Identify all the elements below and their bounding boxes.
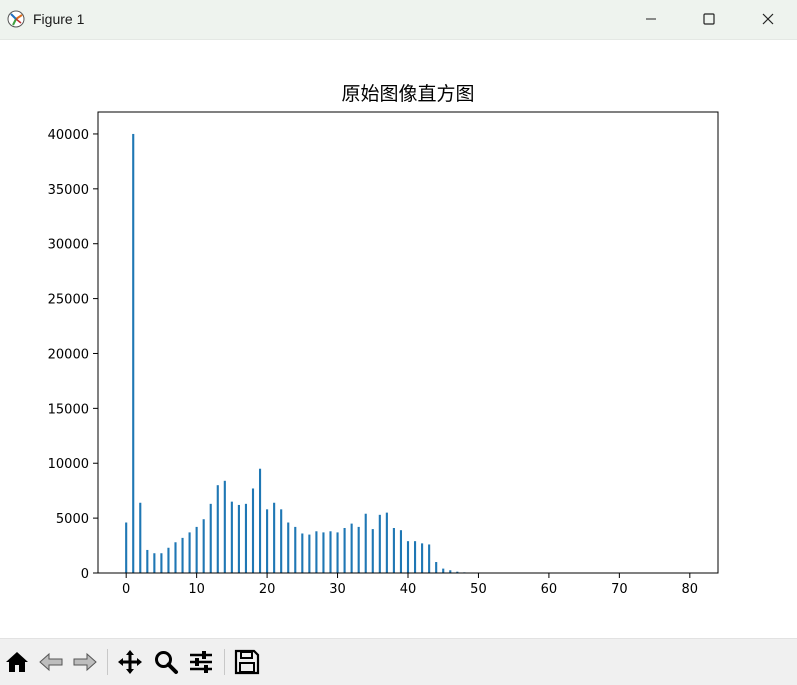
back-button[interactable]: [36, 647, 66, 677]
bars-group: [125, 133, 466, 573]
histogram-bar: [287, 522, 290, 573]
save-floppy-icon: [234, 649, 260, 675]
y-tick-label: 20000: [48, 347, 89, 362]
histogram-bar: [301, 533, 304, 573]
histogram-bar: [392, 527, 395, 573]
histogram-bar: [315, 531, 318, 573]
histogram-bar: [160, 553, 163, 573]
x-axis-ticks: 0 10 20 30 40 50 60 70 80: [122, 573, 698, 597]
y-axis-ticks: 0 5000 10000 15000 20000 25000 30000 35000 40000: [48, 128, 98, 582]
chart-title: 原始图像直方图: [341, 83, 474, 105]
toolbar-separator: [107, 649, 108, 675]
y-tick-label: 25000: [48, 293, 89, 308]
histogram-bar: [385, 512, 388, 573]
histogram-bar: [181, 537, 184, 573]
home-icon: [6, 652, 28, 672]
x-tick-label: 30: [329, 582, 346, 597]
window-title-bar: Figure 1: [0, 0, 797, 40]
histogram-bar: [343, 527, 346, 573]
y-tick-label: 30000: [48, 238, 89, 253]
histogram-bar: [237, 504, 240, 573]
maximize-button[interactable]: [680, 0, 738, 39]
histogram-bar: [406, 541, 410, 573]
figure-canvas[interactable]: 原始图像直方图 0 10 20 30 40 50 60 70 80 0 5000 10000 1500…: [0, 40, 797, 638]
histogram-bar: [202, 519, 205, 573]
histogram-bar: [308, 534, 311, 573]
histogram-bar: [132, 133, 135, 573]
histogram-bar: [442, 568, 445, 573]
histogram-bar: [266, 509, 269, 573]
histogram-bar: [230, 501, 233, 573]
x-tick-label: 80: [682, 582, 699, 597]
forward-button[interactable]: [70, 647, 100, 677]
zoom-magnifier-icon: [155, 651, 178, 674]
histogram-bar: [167, 547, 170, 573]
minimize-button[interactable]: [622, 0, 680, 39]
y-tick-label: 40000: [48, 128, 89, 143]
histogram-bar: [371, 529, 374, 573]
x-tick-label: 10: [188, 582, 205, 597]
histogram-bar: [125, 522, 128, 573]
histogram-bar: [139, 502, 142, 573]
configure-subplots-icon: [190, 651, 212, 673]
toolbar-separator: [224, 649, 225, 675]
y-tick-label: 5000: [56, 512, 89, 527]
histogram-bar: [258, 468, 262, 573]
histogram-bar: [329, 531, 332, 573]
x-tick-label: 70: [611, 582, 628, 597]
navigation-toolbar: [0, 638, 797, 685]
histogram-bar: [273, 502, 276, 573]
x-tick-label: 0: [122, 582, 130, 597]
x-tick-label: 40: [400, 582, 417, 597]
histogram-bar: [280, 509, 283, 573]
histogram-bar: [174, 542, 177, 573]
window-title: Figure 1: [33, 11, 85, 27]
histogram-bar: [146, 549, 149, 573]
histogram-bar: [413, 541, 417, 573]
y-tick-label: 35000: [48, 183, 89, 198]
histogram-bar: [209, 503, 212, 573]
histogram-bar: [357, 526, 360, 573]
zoom-button[interactable]: [151, 647, 181, 677]
histogram-bar: [336, 532, 339, 573]
home-button[interactable]: [2, 647, 32, 677]
y-tick-label: 15000: [48, 402, 89, 417]
histogram-bar: [188, 532, 191, 573]
y-tick-label: 10000: [48, 457, 89, 472]
histogram-bar: [216, 485, 219, 573]
histogram-bar: [322, 532, 325, 573]
histogram-bar: [223, 480, 226, 573]
minimize-icon: [646, 18, 656, 20]
x-tick-label: 60: [541, 582, 558, 597]
y-tick-label: 0: [81, 567, 89, 582]
close-icon: [762, 13, 774, 25]
configure-subplots-button[interactable]: [186, 647, 216, 677]
histogram-bar: [251, 488, 255, 573]
plot-frame: [97, 111, 719, 574]
forward-arrow-icon: [73, 652, 97, 672]
histogram-bar: [153, 553, 156, 573]
close-button[interactable]: [739, 0, 797, 39]
histogram-bar: [350, 523, 353, 573]
histogram-chart: 原始图像直方图 0 10 20 30 40 50 60 70 80 0 5000 10000 1500…: [48, 83, 719, 597]
maximize-icon: [703, 13, 715, 25]
histogram-bar: [435, 562, 438, 573]
histogram-bar: [399, 530, 403, 573]
histogram-bar: [421, 543, 424, 573]
x-tick-label: 20: [259, 582, 276, 597]
histogram-bar: [195, 526, 198, 573]
pan-move-icon: [118, 650, 142, 674]
pan-button[interactable]: [115, 647, 145, 677]
histogram-bar: [244, 503, 248, 573]
histogram-bar: [294, 526, 297, 573]
matplotlib-logo-icon: [7, 10, 25, 28]
histogram-bar: [364, 513, 367, 573]
x-tick-label: 50: [470, 582, 487, 597]
histogram-bar: [428, 544, 431, 573]
histogram-bar: [378, 514, 381, 573]
save-button[interactable]: [232, 647, 262, 677]
back-arrow-icon: [39, 652, 63, 672]
